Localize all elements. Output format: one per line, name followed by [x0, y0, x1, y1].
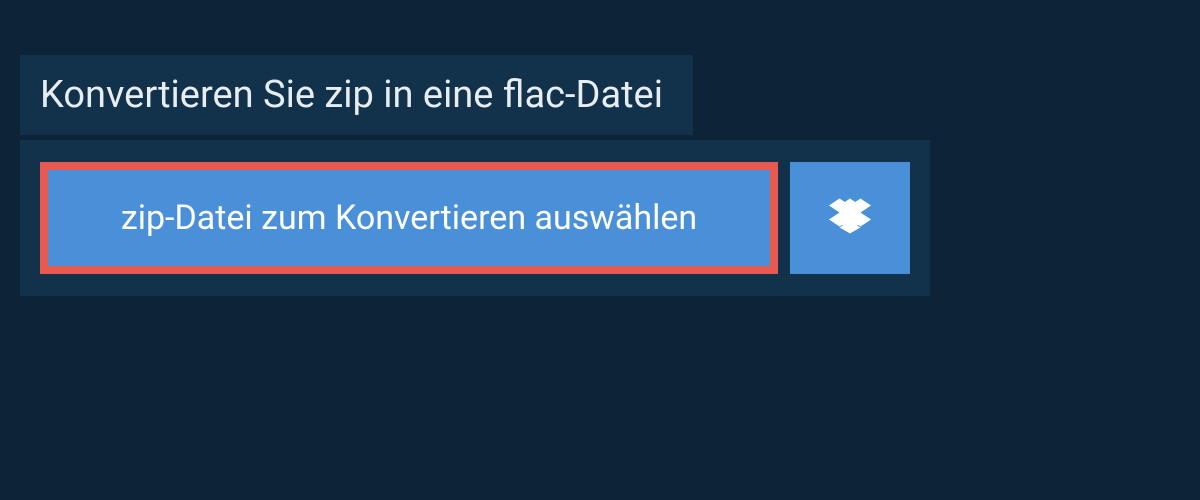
dropbox-button[interactable]: [790, 162, 910, 274]
page-container: Konvertieren Sie zip in eine flac-Datei …: [0, 0, 1200, 500]
select-file-label: zip-Datei zum Konvertieren auswählen: [121, 198, 697, 238]
upload-panel: zip-Datei zum Konvertieren auswählen: [20, 140, 930, 296]
select-file-button[interactable]: zip-Datei zum Konvertieren auswählen: [40, 162, 778, 274]
page-title-text: Konvertieren Sie zip in eine flac-Datei: [40, 73, 663, 117]
dropbox-icon: [829, 195, 871, 241]
page-title: Konvertieren Sie zip in eine flac-Datei: [20, 55, 693, 135]
